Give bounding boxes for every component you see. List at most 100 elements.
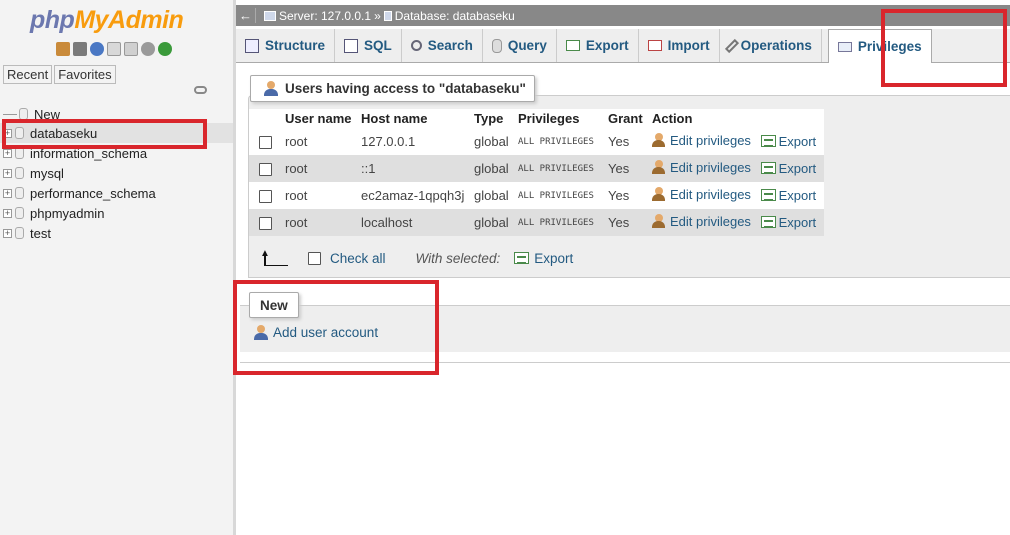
reload-icon[interactable]	[158, 42, 172, 56]
export-user-link[interactable]: Export	[760, 188, 816, 203]
edit-user-icon	[652, 187, 667, 202]
favorites-button[interactable]: Favorites	[54, 65, 116, 84]
search-icon	[410, 40, 422, 51]
grant-cell: Yes	[604, 209, 648, 236]
query-window-icon[interactable]	[90, 42, 104, 56]
tab-search[interactable]: Search	[402, 29, 483, 62]
grant-cell: Yes	[604, 128, 648, 155]
database-icon	[15, 167, 24, 179]
expand-icon[interactable]: +	[3, 188, 12, 198]
export-icon	[760, 135, 776, 148]
export-user-link[interactable]: Export	[760, 134, 816, 149]
host-cell: localhost	[357, 209, 470, 236]
tree-item-test[interactable]: + test	[0, 223, 233, 243]
tab-structure[interactable]: Structure	[236, 29, 336, 62]
column-header[interactable]: User name	[281, 109, 357, 128]
expand-icon[interactable]: +	[3, 208, 12, 218]
panel-splitter[interactable]	[233, 0, 236, 535]
users-legend: Users having access to "databaseku"	[250, 75, 535, 102]
server-icon	[264, 10, 276, 21]
tab-query[interactable]: Query	[483, 29, 557, 62]
privileges-cell: ALL PRIVILEGES	[514, 155, 604, 182]
column-header[interactable]: Host name	[357, 109, 470, 128]
tree-item-phpmyadmin[interactable]: + phpmyadmin	[0, 203, 233, 223]
tab-sql[interactable]: SQL	[335, 29, 402, 62]
tab-export[interactable]: Export	[557, 29, 639, 62]
recent-button[interactable]: Recent	[3, 65, 53, 84]
host-cell: 127.0.0.1	[357, 128, 470, 155]
logout-icon[interactable]	[73, 42, 87, 56]
check-all-checkbox[interactable]	[308, 251, 321, 265]
tab-operations[interactable]: Operations	[720, 29, 822, 62]
privileges-icon	[837, 41, 852, 52]
edit-privileges-link[interactable]: Edit privileges	[652, 133, 751, 148]
row-checkbox[interactable]	[259, 136, 272, 150]
expand-icon[interactable]: +	[3, 148, 12, 158]
user-cell: root	[281, 128, 357, 155]
grant-cell: Yes	[604, 155, 648, 182]
edit-user-icon	[652, 133, 667, 148]
check-all-label[interactable]: Check all	[330, 251, 386, 266]
export-selected-button[interactable]: Export	[514, 251, 573, 266]
edit-user-icon	[652, 214, 667, 229]
expand-icon[interactable]: +	[3, 228, 12, 238]
collapse-nav-button[interactable]: ←	[236, 8, 256, 23]
with-selected-label: With selected:	[415, 250, 501, 266]
docs-icon[interactable]	[107, 42, 121, 56]
tree-item-mysql[interactable]: + mysql	[0, 163, 233, 183]
export-user-link[interactable]: Export	[760, 161, 816, 176]
phpmyadmin-logo[interactable]: phpMyAdmin	[30, 6, 184, 35]
user-cell: root	[281, 182, 357, 209]
table-header-row: User name Host name Type Privileges Gran…	[249, 109, 824, 128]
nav-quick-icons	[56, 42, 172, 56]
gear-icon[interactable]	[141, 42, 155, 56]
breadcrumb-server[interactable]: Server: 127.0.0.1	[279, 9, 371, 23]
import-icon	[647, 40, 662, 51]
grant-cell: Yes	[604, 182, 648, 209]
privileges-cell: ALL PRIVILEGES	[514, 209, 604, 236]
column-header[interactable]: Grant	[604, 109, 648, 128]
sql-docs-icon[interactable]	[124, 42, 138, 56]
table-row: root 127.0.0.1 global ALL PRIVILEGES Yes…	[249, 128, 824, 155]
type-cell: global	[470, 155, 514, 182]
expand-icon[interactable]: +	[3, 168, 12, 178]
table-footer: ▲ Check all With selected: Export	[258, 249, 573, 266]
database-icon	[15, 187, 24, 199]
wrench-icon	[724, 38, 739, 53]
user-group-icon	[263, 81, 279, 96]
privileges-cell: ALL PRIVILEGES	[514, 128, 604, 155]
navigation-panel: phpMyAdmin Recent Favorites New + databa…	[0, 0, 233, 535]
edit-privileges-link[interactable]: Edit privileges	[652, 187, 751, 202]
user-cell: root	[281, 209, 357, 236]
column-header[interactable]: Type	[470, 109, 514, 128]
edit-privileges-link[interactable]: Edit privileges	[652, 160, 751, 175]
export-icon	[514, 252, 530, 264]
breadcrumb-database[interactable]: Database: databaseku	[395, 9, 515, 23]
check-all[interactable]: Check all	[308, 251, 386, 266]
export-icon	[760, 162, 776, 175]
database-icon	[15, 227, 24, 239]
row-checkbox[interactable]	[259, 217, 272, 231]
table-row: root ec2amaz-1qpqh3j global ALL PRIVILEG…	[249, 182, 824, 209]
column-header[interactable]: Privileges	[514, 109, 604, 128]
column-header: Action	[648, 109, 824, 128]
edit-privileges-link[interactable]: Edit privileges	[652, 214, 751, 229]
user-cell: root	[281, 155, 357, 182]
tree-item-performance-schema[interactable]: + performance_schema	[0, 183, 233, 203]
home-icon[interactable]	[56, 42, 70, 56]
annotation-box-database	[2, 119, 207, 149]
export-icon	[760, 189, 776, 202]
database-icon	[383, 10, 392, 21]
annotation-box-new	[233, 280, 439, 375]
sql-icon	[344, 38, 359, 53]
host-cell: ec2amaz-1qpqh3j	[357, 182, 470, 209]
tab-import[interactable]: Import	[639, 29, 720, 62]
export-user-link[interactable]: Export	[760, 215, 816, 230]
type-cell: global	[470, 209, 514, 236]
row-checkbox[interactable]	[259, 190, 272, 204]
edit-user-icon	[652, 160, 667, 175]
tree-connector	[3, 113, 17, 115]
link-with-main-panel-icon[interactable]	[194, 86, 207, 94]
export-icon	[565, 40, 580, 51]
row-checkbox[interactable]	[259, 163, 272, 177]
